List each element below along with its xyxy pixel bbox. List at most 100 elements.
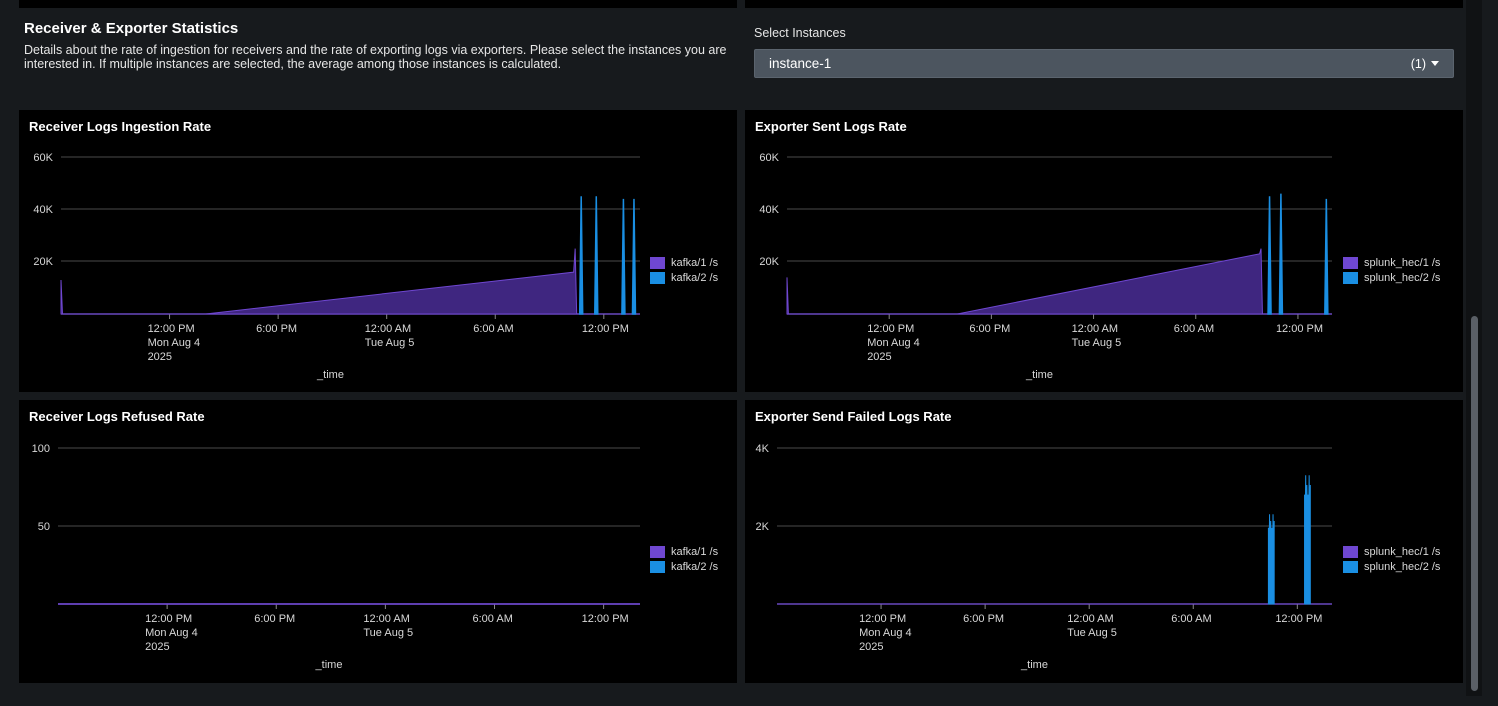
instance-select-count-group: (1) (1411, 57, 1439, 71)
x-tick-label: Tue Aug 5 (363, 627, 413, 639)
x-tick-label: 12:00 AM (365, 323, 411, 335)
x-tick-label: 6:00 PM (969, 323, 1010, 335)
panel-bottom-edge-left (19, 0, 737, 8)
x-tick-label: 12:00 PM (1275, 613, 1322, 625)
legend-item[interactable]: kafka/2 /s (650, 559, 718, 574)
legend-label: splunk_hec/1 /s (1364, 256, 1441, 269)
x-tick-label: 2025 (867, 351, 891, 363)
legend-label: kafka/2 /s (671, 271, 719, 284)
legend-label: kafka/2 /s (671, 560, 719, 573)
legend-item[interactable]: splunk_hec/2 /s (1343, 270, 1440, 285)
series-spike-2 (631, 198, 637, 315)
instance-multiselect[interactable]: instance-1 (1) (754, 49, 1454, 78)
panel-exporter-failed-rate: Exporter Send Failed Logs Rate 4K 2K 12:00… (745, 400, 1463, 683)
series-area-1 (786, 248, 1332, 315)
legend-label: splunk_hec/1 /s (1364, 545, 1441, 558)
legend-swatch (650, 545, 665, 558)
series-area-1 (60, 248, 640, 315)
instance-select-count: (1) (1410, 56, 1426, 71)
scrollbar-thumb[interactable] (1471, 316, 1478, 691)
caret-down-icon (1431, 61, 1439, 66)
instance-selector: Select Instances instance-1 (1) (754, 26, 1454, 78)
x-tick-label: Tue Aug 5 (1072, 337, 1122, 349)
x-tick-label: 12:00 AM (1072, 323, 1118, 335)
y-tick-label: 20K (33, 256, 53, 268)
series-burst-2 (1304, 475, 1311, 605)
y-tick-label: 2K (756, 521, 770, 533)
x-tick-label: Mon Aug 4 (145, 627, 198, 639)
legend-label: splunk_hec/2 /s (1364, 271, 1441, 284)
section-header: Receiver & Exporter Statistics Details a… (24, 20, 744, 71)
x-tick-label: 12:00 PM (145, 613, 192, 625)
y-tick-label: 100 (32, 443, 50, 455)
series-spike-2 (1278, 193, 1284, 315)
legend-swatch (650, 271, 665, 284)
legend: splunk_hec/1 /s splunk_hec/2 /s (1343, 255, 1440, 285)
legend-item[interactable]: kafka/1 /s (650, 255, 718, 270)
panel-bottom-edge-right (745, 0, 1463, 8)
y-tick-label: 40K (759, 204, 779, 216)
section-description: Details about the rate of ingestion for … (24, 43, 727, 71)
x-tick-label: Mon Aug 4 (148, 337, 201, 349)
x-tick-label: 12:00 PM (582, 323, 629, 335)
x-tick-label: 6:00 AM (1174, 323, 1214, 335)
y-tick-label: 40K (33, 204, 53, 216)
legend-item[interactable]: splunk_hec/2 /s (1343, 559, 1440, 574)
series-spike-2 (1267, 196, 1272, 315)
y-tick-label: 60K (759, 152, 779, 164)
instance-select-label: Select Instances (754, 26, 846, 40)
x-tick-label: Tue Aug 5 (1067, 627, 1117, 639)
legend-swatch (1343, 560, 1358, 573)
x-tick-label: Mon Aug 4 (867, 337, 920, 349)
panel-exporter-sent-rate: Exporter Sent Logs Rate 60K 40K 20K 12:00 P… (745, 110, 1463, 392)
x-tick-label: 12:00 AM (1067, 613, 1113, 625)
chart-receiver-ingestion: 60K 40K 20K 12:00 PM Mon Aug 4 2025 6:00 PM 12:… (33, 152, 640, 381)
legend-swatch (1343, 256, 1358, 269)
x-axis-title: _time (1020, 659, 1048, 671)
legend-item[interactable]: kafka/2 /s (650, 270, 718, 285)
x-tick-label: 6:00 AM (473, 323, 513, 335)
x-tick-label: 12:00 PM (148, 323, 195, 335)
series-spike-2 (578, 196, 584, 315)
legend-item[interactable]: splunk_hec/1 /s (1343, 544, 1440, 559)
x-tick-label: 12:00 PM (859, 613, 906, 625)
x-tick-label: 2025 (859, 641, 883, 653)
x-tick-label: 2025 (148, 351, 172, 363)
series-spike-2 (621, 198, 626, 315)
x-axis-title: _time (316, 369, 344, 381)
section-title: Receiver & Exporter Statistics (24, 20, 239, 37)
x-tick-label: 6:00 PM (963, 613, 1004, 625)
x-tick-label: 2025 (145, 641, 169, 653)
chart-exporter-sent: 60K 40K 20K 12:00 PM Mon Aug 4 2025 6:00 PM 12:… (759, 152, 1332, 381)
x-tick-label: 12:00 PM (582, 613, 629, 625)
x-tick-label: 6:00 AM (473, 613, 513, 625)
y-tick-label: 50 (38, 521, 50, 533)
legend-swatch (650, 256, 665, 269)
legend-item[interactable]: splunk_hec/1 /s (1343, 255, 1440, 270)
legend-swatch (1343, 271, 1358, 284)
legend: kafka/1 /s kafka/2 /s (650, 255, 718, 285)
panel-receiver-ingestion-rate: Receiver Logs Ingestion Rate 60K 40K 20K 12… (19, 110, 737, 392)
x-tick-label: 6:00 AM (1171, 613, 1211, 625)
x-tick-label: Tue Aug 5 (365, 337, 415, 349)
chart-receiver-refused: 100 50 12:00 PM Mon Aug 4 2025 6:00 PM 12:00 A… (32, 443, 640, 671)
x-tick-label: 12:00 AM (363, 613, 409, 625)
x-tick-label: 6:00 PM (256, 323, 297, 335)
legend-swatch (650, 560, 665, 573)
y-tick-label: 60K (33, 152, 53, 164)
x-tick-label: Mon Aug 4 (859, 627, 912, 639)
instance-select-value: instance-1 (769, 56, 832, 71)
legend-item[interactable]: kafka/1 /s (650, 544, 718, 559)
x-axis-title: _time (1025, 369, 1053, 381)
x-tick-label: 12:00 PM (1276, 323, 1323, 335)
y-tick-label: 20K (759, 256, 779, 268)
x-axis-title: _time (315, 659, 343, 671)
legend-label: kafka/1 /s (671, 545, 719, 558)
legend: kafka/1 /s kafka/2 /s (650, 544, 718, 574)
panel-receiver-refused-rate: Receiver Logs Refused Rate 100 50 12:00 PM… (19, 400, 737, 683)
y-tick-label: 4K (756, 443, 770, 455)
legend: splunk_hec/1 /s splunk_hec/2 /s (1343, 544, 1440, 574)
series-spike-2 (1324, 198, 1329, 315)
legend-label: splunk_hec/2 /s (1364, 560, 1441, 573)
series-burst-2 (1267, 514, 1275, 605)
